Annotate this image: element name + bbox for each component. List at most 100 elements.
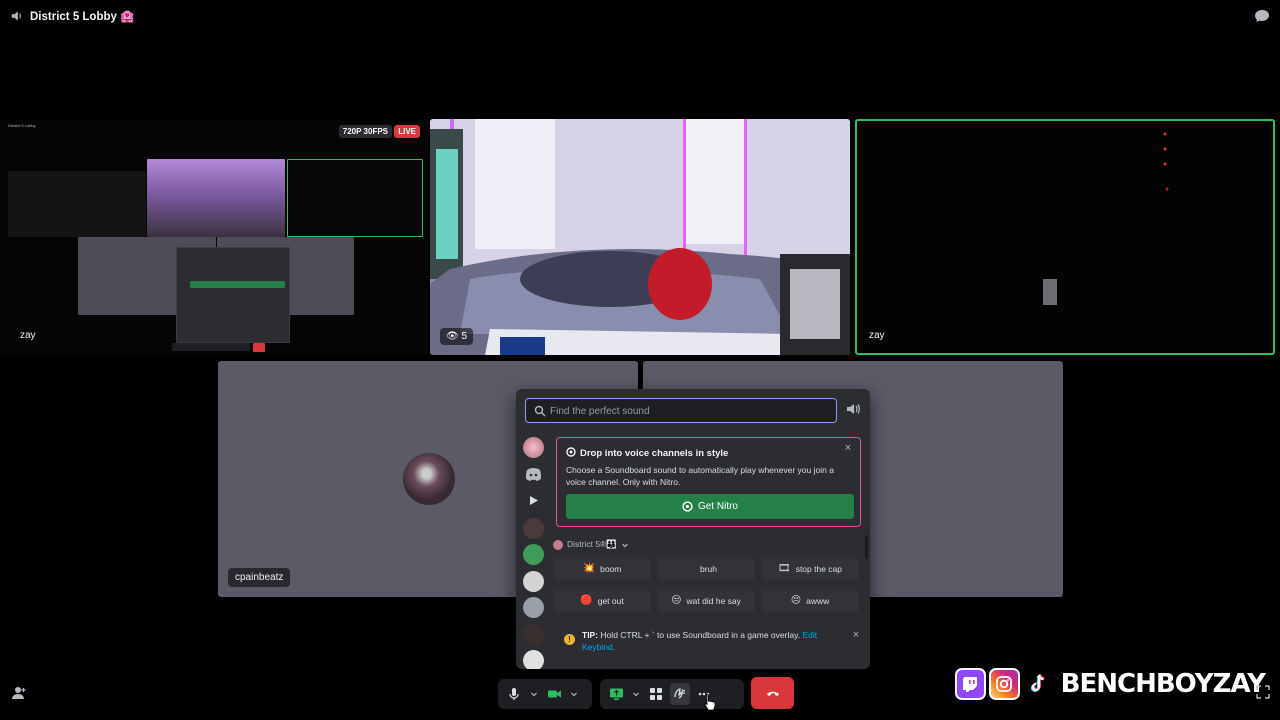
sound-label: wat did he say xyxy=(686,595,741,606)
chevron-down-icon xyxy=(571,692,577,697)
guild-icon-6[interactable] xyxy=(523,624,544,645)
search-input[interactable] xyxy=(550,401,830,421)
disconnect-button[interactable] xyxy=(751,677,794,709)
tip-prefix: TIP: xyxy=(582,630,599,640)
chevron-down-icon xyxy=(633,692,639,697)
sound-emoji: 😣 xyxy=(790,595,802,606)
guild-name: District 5®👨‍👩‍👦 xyxy=(567,539,617,549)
tile-user-name: cpainbeatz xyxy=(228,568,291,587)
nitro-icon xyxy=(682,501,693,512)
activities-icon xyxy=(650,688,662,700)
sound-button[interactable]: bruh xyxy=(657,557,755,580)
mini-channel-title: District 5 Lobby xyxy=(8,123,36,128)
volume-icon[interactable] xyxy=(845,401,861,417)
audio-video-controls xyxy=(498,679,592,709)
sound-button[interactable]: 🔴 get out xyxy=(553,589,651,612)
sound-emoji: 💥 xyxy=(582,563,596,574)
hangup-icon xyxy=(766,691,779,696)
live-badge: LIVE xyxy=(394,125,420,138)
sound-label: boom xyxy=(600,563,622,574)
get-nitro-button[interactable]: Get Nitro xyxy=(566,494,854,519)
guild-icon-3[interactable] xyxy=(523,544,544,565)
video-camera-icon xyxy=(547,690,561,698)
camera-button[interactable] xyxy=(544,683,564,705)
fullscreen-icon[interactable] xyxy=(1256,685,1270,699)
stream-user-name: zay xyxy=(20,330,36,341)
chevron-down-icon xyxy=(531,692,537,697)
soundboard-button[interactable] xyxy=(670,683,690,705)
camera-user-name: zay xyxy=(869,330,885,341)
activities-button[interactable] xyxy=(646,683,666,705)
avatar xyxy=(403,453,455,505)
close-icon[interactable]: × xyxy=(843,443,853,454)
sound-emoji: 🔴 xyxy=(580,595,593,606)
mini-hangup xyxy=(253,343,265,352)
screen-share-button[interactable] xyxy=(606,683,626,705)
dark-camera-scene xyxy=(1043,132,1169,305)
sound-label: awww xyxy=(806,595,830,606)
mic-button[interactable] xyxy=(504,683,524,705)
sound-button[interactable]: 💥 boom xyxy=(553,557,651,580)
viewer-count: 5 xyxy=(461,331,468,342)
get-nitro-label: Get Nitro xyxy=(697,501,738,512)
search-icon xyxy=(534,405,546,417)
camera-tile-dark[interactable]: zay xyxy=(855,119,1275,355)
scrollbar[interactable] xyxy=(865,535,868,559)
guild-icon-7[interactable] xyxy=(523,650,544,669)
top-bar: District 5 Lobby 🏩 xyxy=(0,0,1280,32)
guild-section-header[interactable]: District 5®👨‍👩‍👦 xyxy=(553,539,629,550)
mini-tile-1 xyxy=(8,171,146,237)
mini-nitro-button xyxy=(190,281,285,288)
close-icon[interactable]: × xyxy=(851,630,861,641)
streamer-handle: BENCHBOYZAY xyxy=(1060,669,1266,699)
sound-button[interactable]: 🎞 stop the cap xyxy=(761,557,859,580)
add-people-icon[interactable] xyxy=(11,685,27,701)
mini-tile-2 xyxy=(147,159,285,237)
mic-options-button[interactable] xyxy=(528,683,540,705)
mini-tile-3 xyxy=(287,159,423,237)
discord-icon[interactable] xyxy=(523,464,544,485)
promo-title-text: Drop into voice channels in style xyxy=(580,448,729,459)
sound-label: get out xyxy=(597,595,624,606)
screen-share-icon xyxy=(609,688,623,700)
sound-emoji: 🎞 xyxy=(777,563,791,574)
viewer-count-badge: 👁 5 xyxy=(440,328,474,345)
guild-icon-favorite[interactable] xyxy=(523,437,544,458)
mini-soundboard xyxy=(176,247,290,343)
guild-icon-locked-1[interactable] xyxy=(523,490,544,511)
instagram-icon xyxy=(988,668,1020,700)
mini-controls xyxy=(172,343,250,351)
activity-controls xyxy=(600,679,744,709)
chevron-down-icon xyxy=(621,543,628,547)
nitro-icon xyxy=(566,447,576,457)
chat-icon[interactable] xyxy=(1254,8,1270,24)
tip-body: Hold CTRL + ` to use Soundboard in a gam… xyxy=(600,630,801,640)
sound-button[interactable]: 😣 awww xyxy=(761,589,859,612)
guild-avatar xyxy=(553,539,563,550)
sound-button[interactable]: 😒 wat did he say xyxy=(657,589,755,612)
tiktok-icon xyxy=(1022,668,1054,700)
promo-description: Choose a Soundboard sound to automatical… xyxy=(566,465,834,487)
microphone-icon xyxy=(509,688,519,700)
promo-title: Drop into voice channels in style xyxy=(566,447,728,459)
share-options-button[interactable] xyxy=(630,683,642,705)
guild-rail xyxy=(520,435,546,669)
stream-quality-badge: 720P 30FPS xyxy=(338,125,392,138)
voice-channel-icon xyxy=(11,11,21,21)
screenshare-tile[interactable]: District 5 Lobby 720P 30FPS LIVE zay xyxy=(0,119,428,355)
camera-feed-scene xyxy=(430,119,850,355)
guild-icon-2[interactable] xyxy=(523,518,544,539)
warning-icon: ! xyxy=(564,634,575,645)
camera-tile-main[interactable]: 👁 5 xyxy=(430,119,850,355)
guild-icon-5[interactable] xyxy=(523,597,544,618)
soundboard-search[interactable] xyxy=(525,398,837,423)
soundboard-popup: Drop into voice channels in style Choose… xyxy=(516,389,870,669)
channel-title: District 5 Lobby 🏩 xyxy=(30,11,135,23)
camera-options-button[interactable] xyxy=(568,683,580,705)
sound-label: bruh xyxy=(699,563,717,574)
tip-text: TIP: Hold CTRL + ` to use Soundboard in … xyxy=(582,629,832,653)
mouse-cursor xyxy=(704,693,716,711)
soundboard-icon xyxy=(674,688,686,699)
nitro-promo: Drop into voice channels in style Choose… xyxy=(556,437,861,527)
guild-icon-4[interactable] xyxy=(523,571,544,592)
